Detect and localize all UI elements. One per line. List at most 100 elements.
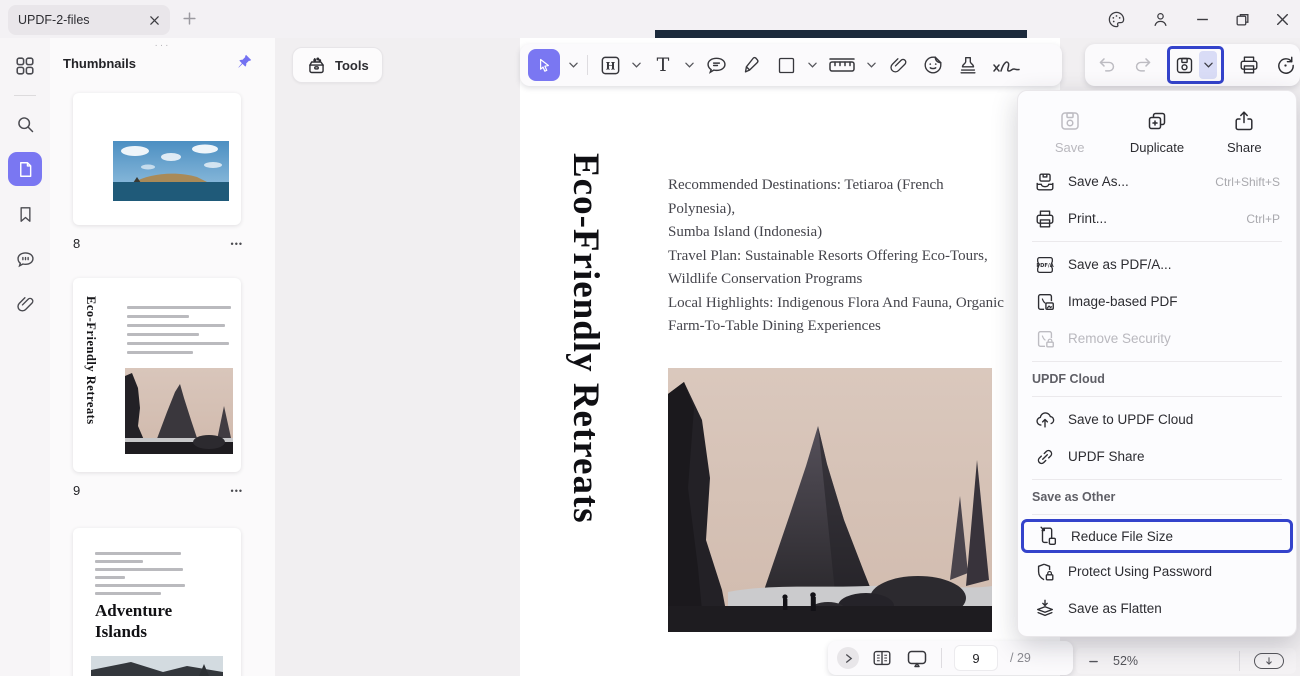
menu-separator — [1032, 241, 1282, 242]
menu-item-label: Save As... — [1068, 174, 1129, 189]
print-icon[interactable] — [1238, 54, 1260, 76]
text-tool-icon[interactable]: T — [650, 50, 676, 80]
menu-item-image-based-pdf[interactable]: Image-based PDF — [1018, 283, 1296, 320]
quick-share-button[interactable]: Share — [1201, 103, 1288, 161]
pdf-page: Eco-Friendly Retreats Recommended Destin… — [520, 38, 1060, 676]
link-icon — [1034, 446, 1056, 468]
svg-text:H: H — [605, 60, 615, 72]
menu-item-save-as-flatten[interactable]: Save as Flatten — [1018, 590, 1296, 627]
quick-save-label: Save — [1055, 140, 1085, 155]
shape-tool-icon[interactable] — [773, 50, 799, 80]
tools-button[interactable]: Tools — [292, 47, 383, 83]
quick-save-button[interactable]: Save — [1026, 103, 1113, 161]
quick-duplicate-button[interactable]: Duplicate — [1113, 103, 1200, 161]
page-number-label: 8 — [73, 236, 80, 251]
stamp-tool-icon[interactable] — [955, 50, 981, 80]
menu-item-shortcut: Ctrl+Shift+S — [1215, 175, 1280, 189]
comment-tool-icon[interactable] — [703, 50, 729, 80]
tools-button-label: Tools — [335, 58, 369, 73]
paragraph-line: Recommended Destinations: Tetiaroa (Fren… — [668, 174, 1004, 221]
mini-heading: Adventure Islands — [95, 600, 195, 643]
measure-tool-dropdown-icon[interactable] — [867, 62, 876, 68]
svg-text:PDF/A: PDF/A — [1036, 263, 1053, 269]
minimize-icon[interactable] — [1195, 12, 1210, 27]
reduce-file-size-icon — [1037, 525, 1059, 547]
save-dropdown-icon[interactable] — [1199, 51, 1217, 79]
page-vertical-title: Eco-Friendly Retreats — [564, 153, 607, 658]
menu-item-print[interactable]: Print... Ctrl+P — [1018, 200, 1296, 237]
menu-item-shortcut: Ctrl+P — [1246, 212, 1280, 226]
restore-icon[interactable] — [1235, 12, 1250, 27]
save-button-group — [1167, 46, 1224, 84]
text-tool-dropdown-icon[interactable] — [685, 62, 694, 68]
paragraph-line: Local Highlights: Indigenous Flora And F… — [668, 292, 1004, 316]
menu-item-reduce-file-size[interactable]: Reduce File Size — [1021, 519, 1293, 553]
thumbnails-panel-icon[interactable] — [8, 152, 42, 186]
paragraph-line: Wildlife Conservation Programs — [668, 268, 1004, 292]
pin-icon[interactable] — [236, 53, 253, 70]
new-tab-icon[interactable] — [182, 11, 197, 26]
menu-item-protect-using-password[interactable]: Protect Using Password — [1018, 553, 1296, 590]
two-page-view-icon[interactable] — [871, 647, 893, 669]
zoom-out-icon[interactable] — [1088, 656, 1099, 667]
page-paragraph: Recommended Destinations: Tetiaroa (Fren… — [668, 174, 1004, 339]
menu-item-updf-share[interactable]: UPDF Share — [1018, 438, 1296, 475]
window-close-icon[interactable] — [1275, 12, 1290, 27]
rotate-pages-icon[interactable] — [1274, 54, 1297, 77]
paragraph-line: Sumba Island (Indonesia) — [668, 221, 1004, 245]
expand-panel-icon[interactable] — [837, 647, 859, 669]
signature-tool-icon[interactable] — [990, 50, 1024, 80]
menu-separator — [1032, 396, 1282, 397]
theme-palette-icon[interactable] — [1107, 10, 1126, 29]
toolbox-icon — [306, 55, 327, 76]
panel-drag-handle[interactable]: ··· — [50, 40, 275, 51]
image-pdf-icon — [1034, 291, 1056, 313]
bookmarks-icon[interactable] — [8, 197, 42, 231]
paragraph-line: Farm-To-Table Dining Experiences — [668, 315, 1004, 339]
share-icon — [1232, 109, 1256, 133]
comments-icon[interactable] — [8, 242, 42, 276]
undo-icon[interactable] — [1097, 55, 1118, 76]
zoom-bar-divider — [1239, 651, 1240, 671]
tab-close-icon[interactable] — [149, 15, 160, 26]
sticker-tool-icon[interactable] — [920, 50, 946, 80]
account-icon[interactable] — [1151, 10, 1170, 29]
header-tool-dropdown-icon[interactable] — [632, 62, 641, 68]
rock-formation-photo — [668, 368, 992, 632]
rail-divider — [14, 95, 36, 96]
fit-page-icon[interactable] — [1254, 653, 1284, 669]
highlighter-tool-icon[interactable] — [738, 50, 764, 80]
measure-tool-icon[interactable] — [826, 50, 858, 80]
select-tool-dropdown-icon[interactable] — [569, 62, 578, 68]
thumbnail-page-10[interactable]: Adventure Islands — [73, 528, 241, 676]
page-number-input[interactable] — [954, 645, 998, 671]
page-total-label: / 29 — [1010, 651, 1031, 665]
thumbnail-more-icon[interactable]: ••• — [231, 486, 243, 496]
thumbnail-more-icon[interactable]: ••• — [231, 239, 243, 249]
select-tool-button[interactable] — [528, 49, 560, 81]
menu-item-label: Print... — [1068, 211, 1107, 226]
menu-item-save-as[interactable]: Save As... Ctrl+Shift+S — [1018, 163, 1296, 200]
thumbnail-page-9[interactable]: Eco-Friendly Retreats — [73, 278, 241, 472]
attachments-icon[interactable] — [8, 287, 42, 321]
document-tab[interactable]: UPDF-2-files — [8, 5, 170, 35]
save-icon[interactable] — [1174, 55, 1195, 76]
left-icon-rail — [0, 38, 50, 676]
search-icon[interactable] — [8, 107, 42, 141]
save-as-icon — [1034, 171, 1056, 193]
save-icon — [1058, 109, 1082, 133]
app-grid-icon[interactable] — [8, 49, 42, 83]
header-tool-icon[interactable]: H — [597, 50, 623, 80]
shape-tool-dropdown-icon[interactable] — [808, 62, 817, 68]
menu-item-save-as-pdfa[interactable]: PDF/A Save as PDF/A... — [1018, 246, 1296, 283]
attach-tool-icon[interactable] — [885, 50, 911, 80]
menu-item-label: Remove Security — [1068, 331, 1171, 346]
presentation-mode-icon[interactable] — [905, 646, 929, 670]
menu-item-remove-security[interactable]: Remove Security — [1018, 320, 1296, 357]
menu-item-save-to-updf-cloud[interactable]: Save to UPDF Cloud — [1018, 401, 1296, 438]
thumbnail-page-8[interactable] — [73, 93, 241, 225]
pdfa-icon: PDF/A — [1034, 254, 1056, 276]
menu-item-label: UPDF Share — [1068, 449, 1145, 464]
menu-section-save-as-other: Save as Other — [1018, 484, 1296, 510]
redo-icon[interactable] — [1132, 55, 1153, 76]
